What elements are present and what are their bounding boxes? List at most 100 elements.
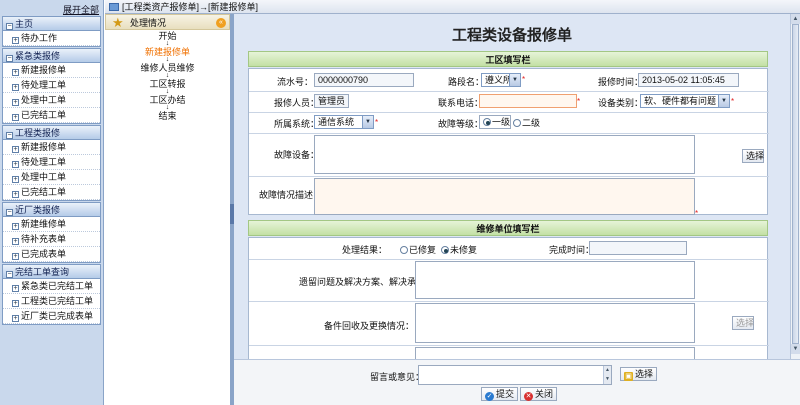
sidebar-item[interactable]: + 待处理工单 bbox=[3, 78, 100, 93]
sidebar-item-label: 处理中工单 bbox=[21, 95, 67, 105]
parts-textarea[interactable] bbox=[415, 303, 695, 343]
sidebar-group: − 主页 + 待办工作 bbox=[2, 16, 101, 47]
item-box-icon: + bbox=[12, 223, 19, 230]
comment-select-label: 选择 bbox=[635, 369, 654, 379]
level-option-2[interactable]: 二级 bbox=[513, 116, 540, 129]
expand-box-icon: − bbox=[6, 55, 13, 62]
sidebar-groups: − 主页 + 待办工作 − 紧急类报修 + 新建报修单 + 待处理工单 + 处理中工单 + 已完结工单 − 工… bbox=[0, 16, 103, 325]
item-box-icon: + bbox=[12, 238, 19, 245]
sidebar-group-header[interactable]: − 近厂类报修 bbox=[3, 203, 100, 217]
sidebar-item[interactable]: + 处理中工单 bbox=[3, 170, 100, 185]
level-option-1[interactable]: 一级 bbox=[479, 115, 511, 129]
finish-time-label: 完成时间： bbox=[549, 245, 595, 255]
row-divider bbox=[249, 345, 769, 346]
sidebar-item[interactable]: + 近厂类已完成表单 bbox=[3, 309, 100, 324]
result-option-1[interactable]: 已修复 bbox=[400, 243, 436, 256]
item-box-icon: + bbox=[12, 69, 19, 76]
issue-textarea[interactable] bbox=[415, 261, 695, 299]
sidebar-item[interactable]: + 待办工作 bbox=[3, 31, 100, 46]
comment-select-button[interactable]: ▣ 选择 bbox=[620, 367, 658, 381]
sidebar-item[interactable]: + 新建报修单 bbox=[3, 140, 100, 155]
row-divider bbox=[249, 112, 769, 113]
level-option-label: 二级 bbox=[522, 118, 541, 128]
road-label: 路段名： bbox=[448, 77, 485, 87]
sidebar-item-label: 待处理工单 bbox=[21, 80, 67, 90]
finish-time-field[interactable] bbox=[589, 241, 687, 255]
phone-field[interactable] bbox=[479, 94, 577, 108]
phone-label: 联系电话： bbox=[438, 98, 484, 108]
vertical-scrollbar[interactable]: ▲ ▼ bbox=[790, 14, 800, 359]
result-option-2[interactable]: 未修复 bbox=[441, 243, 477, 256]
comment-scroll[interactable]: ▲ ▼ bbox=[603, 366, 611, 384]
description-textarea[interactable] bbox=[314, 178, 695, 215]
expand-all-link[interactable]: 展开全部 bbox=[0, 0, 103, 15]
radio-icon bbox=[400, 246, 408, 254]
category-select[interactable]: 软、硬件都有问题 ▼ bbox=[640, 94, 730, 108]
sidebar-group-header[interactable]: − 主页 bbox=[3, 17, 100, 31]
category-label: 设备类别： bbox=[598, 98, 644, 108]
chevron-down-icon: ▼ bbox=[718, 95, 729, 107]
sidebar-item[interactable]: + 处理中工单 bbox=[3, 93, 100, 108]
required-icon: * bbox=[577, 97, 581, 106]
system-select[interactable]: 通信系统 ▼ bbox=[314, 115, 374, 129]
sidebar-group-header[interactable]: − 紧急类报修 bbox=[3, 49, 100, 63]
radio-icon bbox=[483, 118, 491, 126]
sidebar-item-label: 工程类已完结工单 bbox=[21, 296, 94, 306]
row-divider bbox=[249, 133, 769, 134]
expand-box-icon: − bbox=[6, 23, 13, 30]
reporter-field[interactable]: 管理员 bbox=[314, 94, 349, 108]
star-icon: ★ bbox=[112, 15, 124, 30]
extra-textarea[interactable] bbox=[415, 347, 695, 359]
serial-field[interactable]: 0000000790 bbox=[314, 73, 414, 87]
sidebar-item[interactable]: + 新建维修单 bbox=[3, 217, 100, 232]
sidebar-item-label: 紧急类已完结工单 bbox=[21, 281, 94, 291]
sidebar-item[interactable]: + 待补充表单 bbox=[3, 232, 100, 247]
report-time-field[interactable]: 2013-05-02 11:05:45 bbox=[638, 73, 739, 87]
close-label: 关闭 bbox=[535, 389, 554, 399]
sidebar-item[interactable]: + 已完成表单 bbox=[3, 247, 100, 262]
form-title: 工程类设备报修单 bbox=[451, 27, 572, 44]
sidebar-item[interactable]: + 待处理工单 bbox=[3, 155, 100, 170]
sidebar-group-title: 完结工单查询 bbox=[15, 267, 70, 277]
sidebar-group-header[interactable]: − 工程类报修 bbox=[3, 126, 100, 140]
sidebar-item[interactable]: + 新建报修单 bbox=[3, 63, 100, 78]
device-textarea[interactable] bbox=[314, 135, 695, 174]
sidebar-group-header[interactable]: − 完结工单查询 bbox=[3, 265, 100, 279]
comment-textarea[interactable]: ▲ ▼ bbox=[418, 365, 612, 385]
row-divider bbox=[249, 301, 769, 302]
scroll-thumb[interactable] bbox=[792, 24, 799, 344]
collapse-icon[interactable]: « bbox=[216, 18, 226, 28]
sidebar-item-label: 待办工作 bbox=[21, 33, 58, 43]
select-parts-button[interactable]: 选择 bbox=[732, 316, 754, 330]
sidebar-item[interactable]: + 工程类已完结工单 bbox=[3, 294, 100, 309]
item-box-icon: + bbox=[12, 176, 19, 183]
item-box-icon: + bbox=[12, 191, 19, 198]
sidebar-item-label: 待处理工单 bbox=[21, 157, 67, 167]
road-select[interactable]: 遵义所 ▼ bbox=[481, 73, 521, 87]
sidebar-item[interactable]: + 紧急类已完结工单 bbox=[3, 279, 100, 294]
expand-box-icon: − bbox=[6, 271, 13, 278]
report-time-label: 报修时间： bbox=[598, 77, 644, 87]
action-bar: 留言或意见： ▲ ▼ ▣ 选择 ✓ 提交 ✕ 关闭 bbox=[234, 359, 800, 405]
result-label: 处理结果： bbox=[342, 245, 388, 255]
result-option-label: 未修复 bbox=[450, 245, 478, 255]
serial-label: 流水号： bbox=[277, 77, 314, 87]
item-box-icon: + bbox=[12, 161, 19, 168]
sidebar-item[interactable]: + 已完结工单 bbox=[3, 108, 100, 123]
breadcrumb: [工程类资产报修单]→[新建报修单] bbox=[122, 2, 259, 12]
item-box-icon: + bbox=[12, 300, 19, 307]
close-button[interactable]: ✕ 关闭 bbox=[520, 387, 558, 401]
submit-button[interactable]: ✓ 提交 bbox=[481, 387, 519, 401]
result-option-label: 已修复 bbox=[409, 245, 437, 255]
scroll-up-icon[interactable]: ▲ bbox=[791, 14, 800, 24]
sidebar-nav: 展开全部 − 主页 + 待办工作 − 紧急类报修 + 新建报修单 + 待处理工单 + 处理中工单 + 已完… bbox=[0, 0, 104, 405]
select-device-button[interactable]: 选择 bbox=[742, 149, 764, 163]
row-divider bbox=[249, 91, 769, 92]
item-box-icon: + bbox=[12, 253, 19, 260]
workflow-header: ★ 处理情况 « bbox=[105, 14, 230, 30]
sidebar-item[interactable]: + 已完结工单 bbox=[3, 185, 100, 200]
expand-box-icon: − bbox=[6, 209, 13, 216]
scroll-down-icon[interactable]: ▼ bbox=[791, 344, 800, 354]
item-box-icon: + bbox=[12, 37, 19, 44]
item-box-icon: + bbox=[12, 84, 19, 91]
